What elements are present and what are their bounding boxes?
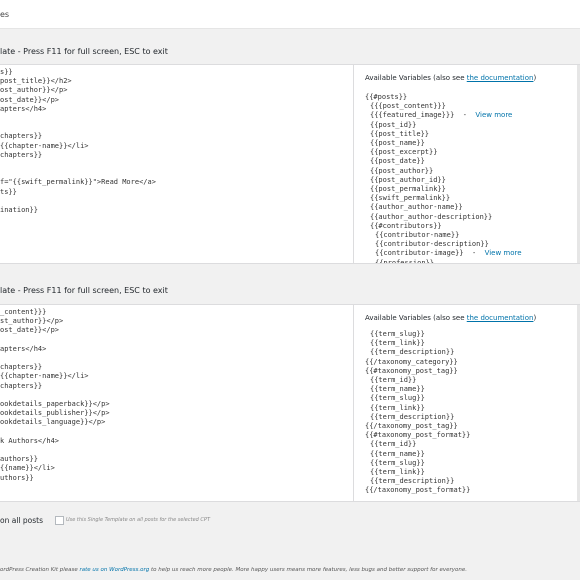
apply-all-posts-checkbox[interactable]: [55, 516, 64, 525]
available-variables-1: Available Variables (also see the docume…: [355, 65, 580, 263]
variable-item: {{#posts}}: [365, 93, 408, 101]
variable-item: {{post_name}}: [370, 139, 425, 147]
code-line: chapters}}: [0, 132, 43, 141]
code-editor-2[interactable]: _content}}} st_author}}</p> ost_date}}</p>…: [0, 305, 352, 501]
variable-item: {{post_title}}: [370, 129, 430, 138]
variable-item: {{term_id}}: [370, 376, 417, 384]
code-line: ost_date}}</p>: [0, 326, 60, 335]
code-line: k Authors</h4>: [0, 436, 60, 445]
code-line: apters</h4>: [0, 344, 47, 353]
variable-item: {{/taxonomy_post_tag}}: [365, 422, 458, 430]
apply-all-posts-label: on all posts: [0, 516, 43, 525]
variable-item: {{swift_permalink}}: [370, 194, 451, 203]
code-line: chapters}}: [0, 150, 43, 159]
code-line: _content}}}: [0, 308, 47, 316]
code-line: apters</h4>: [0, 104, 47, 113]
variable-item: {{term_link}}: [370, 468, 425, 476]
template-panel-1: s}} post_title}}</h2> ost_author}}</p> ost_…: [0, 64, 580, 264]
page-heading: es: [0, 10, 10, 19]
documentation-link[interactable]: the documentation: [467, 314, 534, 322]
code-line: f="{{swift_permalink}}">Read More</a>: [0, 178, 156, 187]
code-line: ost_author}}</p>: [0, 86, 68, 95]
code-line: ookdetails_language}}</p>: [0, 418, 106, 427]
variable-item: {{post_author}}: [370, 166, 434, 175]
apply-all-posts-hint: Use this Single Template on all posts fo…: [66, 517, 210, 523]
variable-item: {{term_description}}: [370, 477, 455, 486]
variable-item: {{term_link}}: [370, 403, 425, 412]
code-line: uthors}}: [0, 473, 34, 482]
variable-item: {{term_slug}}: [370, 394, 425, 403]
variable-item: {{{post_content}}}: [370, 102, 446, 111]
variable-item: {{contributor-name}}: [375, 231, 460, 239]
code-line: ookdetails_paperback}}</p>: [0, 400, 110, 408]
variable-item: {{author_author-description}}: [370, 212, 493, 221]
view-more-link[interactable]: View more: [475, 111, 512, 119]
footer-note: ordPress Creation Kit please rate us on …: [0, 567, 468, 573]
variable-item: {{#contributors}}: [370, 221, 442, 230]
code-line: s}}: [0, 68, 13, 76]
variable-item: {{/taxonomy_post_format}}: [365, 486, 471, 495]
variable-item: {{term_description}}: [370, 412, 455, 421]
variable-item: {{contributor-image}} - View more: [375, 249, 522, 258]
variable-item: {{term_description}}: [370, 348, 455, 357]
code-line: ts}}: [0, 187, 17, 196]
panel-divider: [353, 305, 354, 501]
variable-item: {{#taxonomy_post_tag}}: [365, 366, 458, 375]
code-line: ination}}: [0, 206, 38, 214]
code-line: authors}}: [0, 455, 38, 464]
variable-item: {{#taxonomy_post_format}}: [365, 431, 471, 440]
code-line: {{name}}</li>: [0, 464, 55, 473]
code-line: {{chapter-name}}</li>: [0, 372, 89, 381]
variable-item: {{term_slug}}: [370, 330, 425, 338]
variable-item: {{term_id}}: [370, 440, 417, 449]
code-line: post_title}}</h2>: [0, 77, 72, 86]
template-editor-title-1: late - Press F11 for full screen, ESC to…: [0, 47, 168, 56]
variable-item: {{post_permalink}}: [370, 185, 446, 193]
variable-item: {{author_author-name}}: [370, 203, 463, 212]
variable-item: {{post_excerpt}}: [370, 148, 438, 157]
template-editor-title-2: late - Press F11 for full screen, ESC to…: [0, 286, 168, 295]
panel-divider: [353, 65, 354, 263]
view-more-link[interactable]: View more: [485, 249, 522, 257]
variable-item: {{contributor-description}}: [375, 240, 489, 249]
available-variables-2: Available Variables (also see the docume…: [355, 305, 580, 501]
template-panel-2: _content}}} st_author}}</p> ost_date}}</p>…: [0, 304, 580, 502]
code-line: {{chapter-name}}</li>: [0, 141, 89, 150]
variable-item: {{term_slug}}: [370, 458, 425, 467]
vars-heading: Available Variables (also see the docume…: [365, 74, 537, 82]
code-line: ookdetails_publisher}}</p>: [0, 409, 110, 418]
vars-heading: Available Variables (also see the docume…: [365, 314, 537, 322]
code-line: st_author}}</p>: [0, 317, 64, 326]
variable-item: {{term_name}}: [370, 385, 425, 394]
top-bar: es: [0, 0, 580, 29]
variable-item: {{/taxonomy_category}}: [365, 357, 458, 366]
variable-item: {{post_id}}: [370, 120, 417, 129]
code-line: ost_date}}</p>: [0, 95, 60, 104]
documentation-link[interactable]: the documentation: [467, 74, 534, 82]
variable-item: {{term_name}}: [370, 449, 425, 458]
variable-item: {{post_date}}: [370, 157, 425, 166]
code-line: chapters}}: [0, 363, 43, 372]
variable-item: {{term_link}}: [370, 339, 425, 348]
variable-item: {{profession}}: [375, 258, 435, 263]
code-editor-1[interactable]: s}} post_title}}</h2> ost_author}}</p> ost_…: [0, 65, 352, 263]
variable-item: {{post_author_id}}: [370, 175, 446, 184]
rate-us-link[interactable]: rate us on WordPress.org: [80, 567, 150, 573]
variable-item: {{{featured_image}}} - View more: [370, 111, 513, 120]
code-line: chapters}}: [0, 381, 43, 390]
